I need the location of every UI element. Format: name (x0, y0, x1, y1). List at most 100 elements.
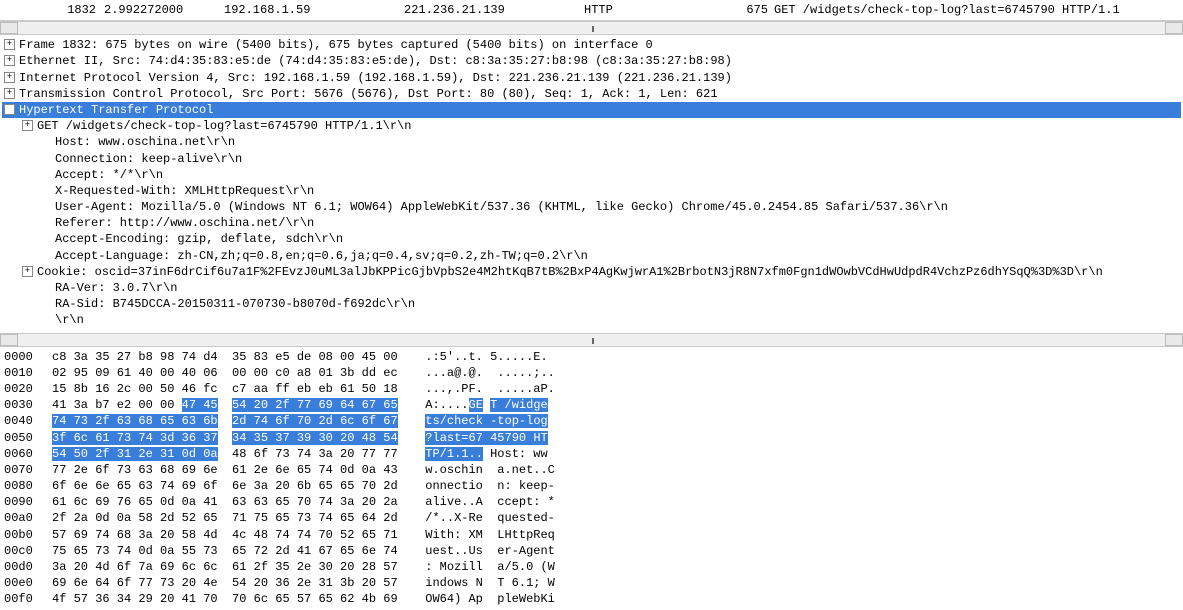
detail-text: GET /widgets/check-top-log?last=6745790 … (37, 118, 411, 134)
hex-ascii: onnectio n: keep- (404, 478, 555, 494)
detail-line[interactable]: + Frame 1832: 675 bytes on wire (5400 bit… (2, 37, 1181, 53)
hex-bytes: 57 69 74 68 3a 20 58 4d 4c 48 74 74 70 5… (52, 527, 398, 543)
hex-ascii: uest..Us er-Agent (404, 543, 555, 559)
hex-offset: 00f0 (4, 591, 52, 607)
hex-dump-pane[interactable]: 0000c8 3a 35 27 b8 98 74 d4 35 83 e5 de … (0, 347, 1183, 610)
hex-line[interactable]: 00a02f 2a 0d 0a 58 2d 52 65 71 75 65 73 … (4, 510, 1179, 526)
detail-text: Host: www.oschina.net\r\n (55, 134, 235, 150)
detail-text: User-Agent: Mozilla/5.0 (Windows NT 6.1;… (55, 199, 948, 215)
hex-offset: 00b0 (4, 527, 52, 543)
col-dst: 221.236.21.139 (404, 2, 584, 18)
hex-line[interactable]: 00e069 6e 64 6f 77 73 20 4e 54 20 36 2e … (4, 575, 1179, 591)
hex-offset: 00a0 (4, 510, 52, 526)
hex-line[interactable]: 004074 73 2f 63 68 65 63 6b 2d 74 6f 70 … (4, 413, 1179, 429)
detail-text: X-Requested-With: XMLHttpRequest\r\n (55, 183, 314, 199)
col-time: 2.992272000 (104, 2, 224, 18)
hex-ascii: ts/check -top-log (404, 413, 548, 429)
detail-line: Accept-Language: zh-CN,zh;q=0.8,en;q=0.6… (2, 248, 1181, 264)
detail-text: RA-Sid: B745DCCA-20150311-070730-b8070d-… (55, 296, 415, 312)
detail-text: Ethernet II, Src: 74:d4:35:83:e5:de (74:… (19, 53, 732, 69)
hex-line[interactable]: 00503f 6c 61 73 74 3d 36 37 34 35 37 39 … (4, 430, 1179, 446)
hex-ascii: indows N T 6.1; W (404, 575, 555, 591)
hex-bytes: 02 95 09 61 40 00 40 06 00 00 c0 a8 01 3… (52, 365, 398, 381)
detail-text: Accept-Language: zh-CN,zh;q=0.8,en;q=0.6… (55, 248, 588, 264)
hex-line[interactable]: 00b057 69 74 68 3a 20 58 4d 4c 48 74 74 … (4, 527, 1179, 543)
col-len: 675 (704, 2, 774, 18)
hex-offset: 0070 (4, 462, 52, 478)
hex-bytes: 3a 20 4d 6f 7a 69 6c 6c 61 2f 35 2e 30 2… (52, 559, 398, 575)
expand-icon[interactable]: + (4, 88, 15, 99)
detail-line: \r\n (2, 312, 1181, 328)
hex-bytes: 41 3a b7 e2 00 00 47 45 54 20 2f 77 69 6… (52, 397, 398, 413)
detail-text: Referer: http://www.oschina.net/\r\n (55, 215, 314, 231)
hex-line[interactable]: 003041 3a b7 e2 00 00 47 45 54 20 2f 77 … (4, 397, 1179, 413)
detail-text: Hypertext Transfer Protocol (19, 102, 213, 118)
hex-bytes: 75 65 73 74 0d 0a 55 73 65 72 2d 41 67 6… (52, 543, 398, 559)
hex-offset: 00e0 (4, 575, 52, 591)
detail-line[interactable]: + GET /widgets/check-top-log?last=6745790… (2, 118, 1181, 134)
hex-offset: 0030 (4, 397, 52, 413)
hex-bytes: 61 6c 69 76 65 0d 0a 41 63 63 65 70 74 3… (52, 494, 398, 510)
detail-text: Frame 1832: 675 bytes on wire (5400 bits… (19, 37, 653, 53)
detail-line[interactable]: + Internet Protocol Version 4, Src: 192.1… (2, 70, 1181, 86)
packet-list-scrollbar[interactable] (0, 21, 1183, 35)
detail-line: Host: www.oschina.net\r\n (2, 134, 1181, 150)
detail-text: Internet Protocol Version 4, Src: 192.16… (19, 70, 732, 86)
expand-icon[interactable]: + (4, 39, 15, 50)
detail-text: \r\n (55, 312, 84, 328)
detail-line: RA-Ver: 3.0.7\r\n (2, 280, 1181, 296)
detail-text: Connection: keep-alive\r\n (55, 151, 242, 167)
col-no: 1832 (4, 2, 104, 18)
detail-line: User-Agent: Mozilla/5.0 (Windows NT 6.1;… (2, 199, 1181, 215)
expand-icon[interactable]: + (22, 266, 33, 277)
expand-icon[interactable]: + (4, 55, 15, 66)
hex-offset: 0090 (4, 494, 52, 510)
detail-line: Accept-Encoding: gzip, deflate, sdch\r\n (2, 231, 1181, 247)
hex-offset: 00d0 (4, 559, 52, 575)
detail-line[interactable]: +Transmission Control Protocol, Src Port… (2, 86, 1181, 102)
hex-line[interactable]: 00d03a 20 4d 6f 7a 69 6c 6c 61 2f 35 2e … (4, 559, 1179, 575)
hex-offset: 0050 (4, 430, 52, 446)
collapse-icon[interactable]: - (4, 104, 15, 115)
col-proto: HTTP (584, 2, 704, 18)
hex-offset: 0000 (4, 349, 52, 365)
packet-list-row[interactable]: 1832 2.992272000 192.168.1.59 221.236.21… (0, 0, 1183, 21)
hex-line[interactable]: 0000c8 3a 35 27 b8 98 74 d4 35 83 e5 de … (4, 349, 1179, 365)
detail-line[interactable]: + Cookie: oscid=37inF6drCif6u7a1F%2FEvzJ0… (2, 264, 1181, 280)
hex-bytes: 77 2e 6f 73 63 68 69 6e 61 2e 6e 65 74 0… (52, 462, 398, 478)
hex-offset: 0080 (4, 478, 52, 494)
expand-icon[interactable]: + (4, 72, 15, 83)
hex-line[interactable]: 009061 6c 69 76 65 0d 0a 41 63 63 65 70 … (4, 494, 1179, 510)
hex-ascii: w.oschin a.net..C (404, 462, 555, 478)
hex-offset: 0020 (4, 381, 52, 397)
col-info: GET /widgets/check-top-log?last=6745790 … (774, 2, 1179, 18)
hex-line[interactable]: 00f04f 57 36 34 29 20 41 70 70 6c 65 57 … (4, 591, 1179, 607)
hex-bytes: 69 6e 64 6f 77 73 20 4e 54 20 36 2e 31 3… (52, 575, 398, 591)
packet-details-pane[interactable]: + Frame 1832: 675 bytes on wire (5400 bit… (0, 35, 1183, 332)
hex-line[interactable]: 002015 8b 16 2c 00 50 46 fc c7 aa ff eb … (4, 381, 1179, 397)
hex-line[interactable]: 006054 50 2f 31 2e 31 0d 0a 48 6f 73 74 … (4, 446, 1179, 462)
detail-line[interactable]: -Hypertext Transfer Protocol (2, 102, 1181, 118)
hex-offset: 00c0 (4, 543, 52, 559)
hex-line[interactable]: 007077 2e 6f 73 63 68 69 6e 61 2e 6e 65 … (4, 462, 1179, 478)
hex-ascii: With: XM LHttpReq (404, 527, 555, 543)
hex-line[interactable]: 00806f 6e 6e 65 63 74 69 6f 6e 3a 20 6b … (4, 478, 1179, 494)
detail-line: X-Requested-With: XMLHttpRequest\r\n (2, 183, 1181, 199)
hex-line[interactable]: 001002 95 09 61 40 00 40 06 00 00 c0 a8 … (4, 365, 1179, 381)
detail-line: Connection: keep-alive\r\n (2, 151, 1181, 167)
hex-bytes: 4f 57 36 34 29 20 41 70 70 6c 65 57 65 6… (52, 591, 398, 607)
col-src: 192.168.1.59 (224, 2, 404, 18)
detail-line[interactable]: + Ethernet II, Src: 74:d4:35:83:e5:de (74… (2, 53, 1181, 69)
hex-ascii: ?last=67 45790 HT (404, 430, 548, 446)
hex-ascii: ...a@.@. .....;.. (404, 365, 555, 381)
hex-ascii: .:5'..t. 5.....E. (404, 349, 548, 365)
hex-bytes: 2f 2a 0d 0a 58 2d 52 65 71 75 65 73 74 6… (52, 510, 398, 526)
hex-bytes: 15 8b 16 2c 00 50 46 fc c7 aa ff eb eb 6… (52, 381, 398, 397)
details-scrollbar[interactable] (0, 333, 1183, 347)
expand-icon[interactable]: + (22, 120, 33, 131)
hex-bytes: 3f 6c 61 73 74 3d 36 37 34 35 37 39 30 2… (52, 430, 398, 446)
hex-ascii: : Mozill a/5.0 (W (404, 559, 555, 575)
hex-ascii: /*..X-Re quested- (404, 510, 555, 526)
detail-text: Cookie: oscid=37inF6drCif6u7a1F%2FEvzJ0u… (37, 264, 1103, 280)
hex-line[interactable]: 00c075 65 73 74 0d 0a 55 73 65 72 2d 41 … (4, 543, 1179, 559)
